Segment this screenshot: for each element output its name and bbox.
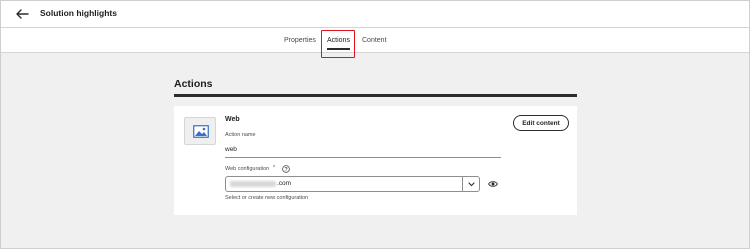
page-title: Solution highlights — [40, 8, 117, 18]
page-header: Solution highlights — [1, 1, 749, 28]
chevron-down-icon — [468, 182, 475, 187]
action-name-underline — [225, 157, 501, 158]
tab-content[interactable]: Content — [362, 37, 387, 44]
action-name-label: Action name — [225, 132, 256, 138]
web-configuration-label: Web configuration — [225, 166, 270, 172]
required-asterisk: * — [273, 165, 276, 171]
web-configuration-select[interactable]: .com — [225, 176, 463, 192]
tab-bar: Properties Actions Content — [1, 28, 749, 53]
configuration-helper-text: Select or create new configuration — [225, 195, 309, 201]
eye-icon[interactable] — [488, 180, 498, 188]
highlight-box — [321, 30, 355, 58]
web-configuration-value: .com — [277, 180, 292, 187]
help-circle-icon[interactable] — [282, 165, 290, 173]
arrow-left-icon[interactable] — [13, 6, 31, 22]
image-icon — [193, 125, 209, 138]
action-title: Web — [225, 116, 240, 123]
dropdown-button[interactable] — [462, 176, 480, 192]
section-divider — [174, 94, 577, 97]
edit-content-button[interactable]: Edit content — [513, 115, 569, 131]
section-title: Actions — [174, 78, 213, 90]
redacted-domain — [230, 181, 276, 187]
channel-thumbnail — [184, 117, 216, 145]
tab-properties[interactable]: Properties — [284, 37, 316, 44]
action-name-value[interactable]: web — [225, 146, 237, 153]
